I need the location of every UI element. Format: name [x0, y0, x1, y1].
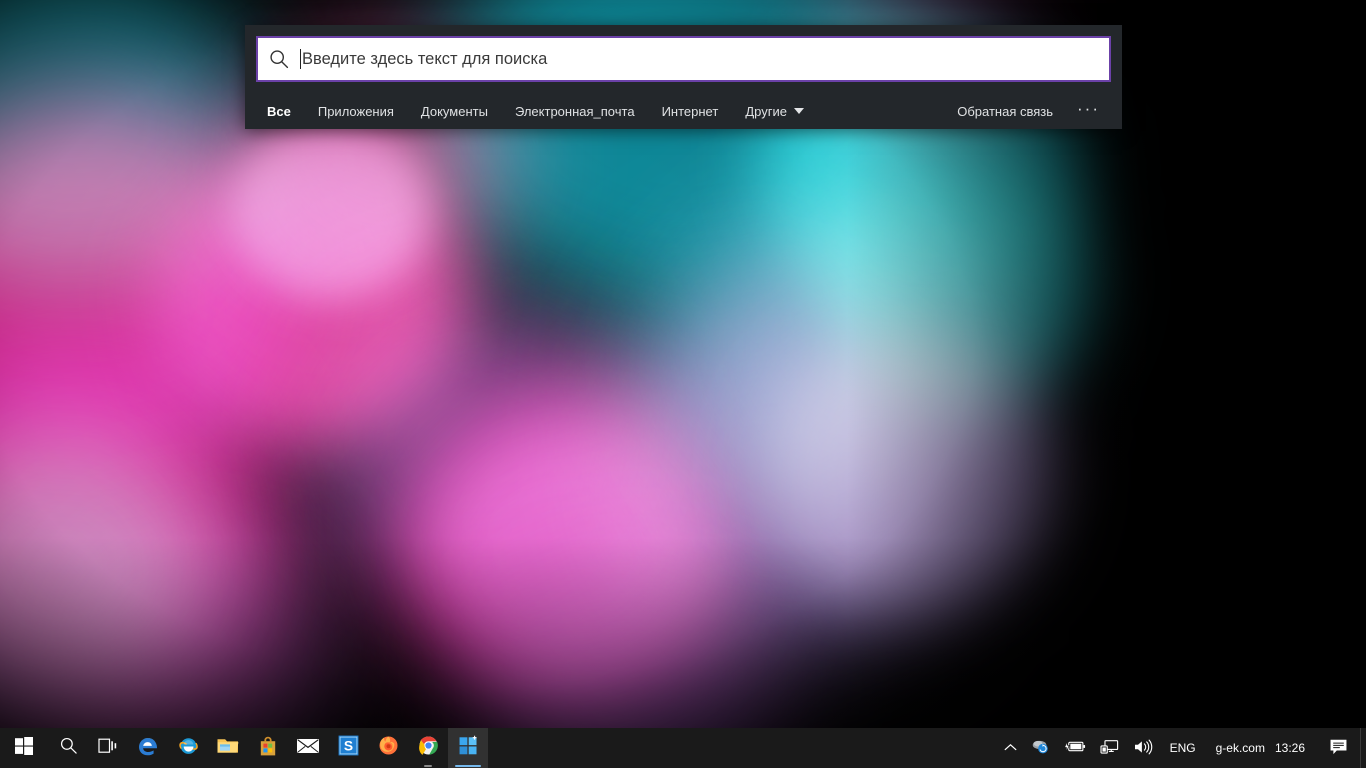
- search-panel: Все Приложения Документы Электронная_поч…: [245, 25, 1122, 129]
- tab-all[interactable]: Все: [267, 100, 291, 123]
- taskbar-open-indicator: [424, 765, 432, 767]
- tab-more[interactable]: Другие: [745, 100, 804, 123]
- taskbar-active-indicator: [455, 765, 481, 767]
- tab-apps-label: Приложения: [317, 103, 394, 119]
- system-tray: ENG g-ek.com 13:26: [997, 728, 1366, 768]
- microsoft-store-icon[interactable]: [248, 728, 288, 768]
- windows-update-icon[interactable]: [1024, 728, 1057, 768]
- chevron-up-icon: [1004, 741, 1017, 755]
- start-button[interactable]: [0, 728, 48, 768]
- tab-apps[interactable]: Приложения: [318, 100, 394, 123]
- language-indicator[interactable]: ENG: [1160, 728, 1206, 768]
- search-icon: [59, 736, 78, 760]
- tab-all-label: Все: [267, 103, 291, 119]
- tab-email-label: Электронная_почта: [514, 103, 635, 119]
- search-icon: [258, 38, 300, 80]
- show-hidden-icons-button[interactable]: [997, 728, 1024, 768]
- battery-icon[interactable]: [1057, 728, 1093, 768]
- edge-icon[interactable]: [128, 728, 168, 768]
- search-box[interactable]: [256, 36, 1111, 82]
- search-filter-tab-bar: Все Приложения Документы Электронная_поч…: [245, 93, 1122, 129]
- show-desktop-button[interactable]: [1360, 728, 1366, 768]
- tiles-grid-icon: [458, 735, 479, 761]
- tiles-app-icon[interactable]: [448, 728, 488, 768]
- store-bag-icon: [258, 735, 278, 762]
- text-cursor: [300, 49, 301, 69]
- tab-documents[interactable]: Документы: [421, 100, 488, 123]
- notification-icon[interactable]: [1317, 728, 1360, 768]
- update-globe-icon: [1031, 738, 1050, 758]
- tab-documents-label: Документы: [420, 103, 488, 119]
- ie-logo-icon: [177, 734, 200, 762]
- chevron-down-icon: [793, 108, 804, 114]
- tab-more-label: Другие: [745, 103, 787, 119]
- task-view-button[interactable]: [88, 728, 128, 768]
- network-icon[interactable]: [1093, 728, 1126, 768]
- svg-text:S: S: [343, 738, 352, 754]
- envelope-icon: [296, 737, 320, 760]
- s-logo-icon: S: [338, 735, 359, 761]
- clock[interactable]: 13:26: [1271, 728, 1317, 768]
- tray-site-name: g-ek.com: [1215, 741, 1265, 755]
- tab-web-label: Интернет: [661, 103, 719, 119]
- speech-bubble-icon: [1329, 738, 1348, 759]
- task-view-icon: [98, 737, 118, 760]
- battery-charging-icon: [1063, 740, 1086, 756]
- windows-logo-icon: [15, 736, 33, 760]
- internet-explorer-icon[interactable]: [168, 728, 208, 768]
- firefox-logo-icon: [377, 734, 400, 762]
- feedback-button[interactable]: Обратная связь: [957, 104, 1053, 119]
- tab-web[interactable]: Интернет: [662, 100, 719, 123]
- edge-logo-icon: [136, 734, 160, 763]
- folder-icon: [216, 735, 240, 761]
- firefox-icon[interactable]: [368, 728, 408, 768]
- chrome-logo-icon: [417, 734, 440, 762]
- volume-icon[interactable]: [1126, 728, 1160, 768]
- search-input[interactable]: [302, 39, 1109, 79]
- mail-icon[interactable]: [288, 728, 328, 768]
- s-app-icon[interactable]: S: [328, 728, 368, 768]
- speaker-icon: [1133, 739, 1153, 758]
- tab-email[interactable]: Электронная_почта: [515, 100, 635, 123]
- file-explorer-icon[interactable]: [208, 728, 248, 768]
- network-monitor-icon: [1100, 739, 1119, 758]
- more-options-button[interactable]: ···: [1073, 100, 1104, 122]
- taskbar-search-button[interactable]: [48, 728, 88, 768]
- taskbar: S ENG g-ek.com 13:26: [0, 728, 1366, 768]
- chrome-icon[interactable]: [408, 728, 448, 768]
